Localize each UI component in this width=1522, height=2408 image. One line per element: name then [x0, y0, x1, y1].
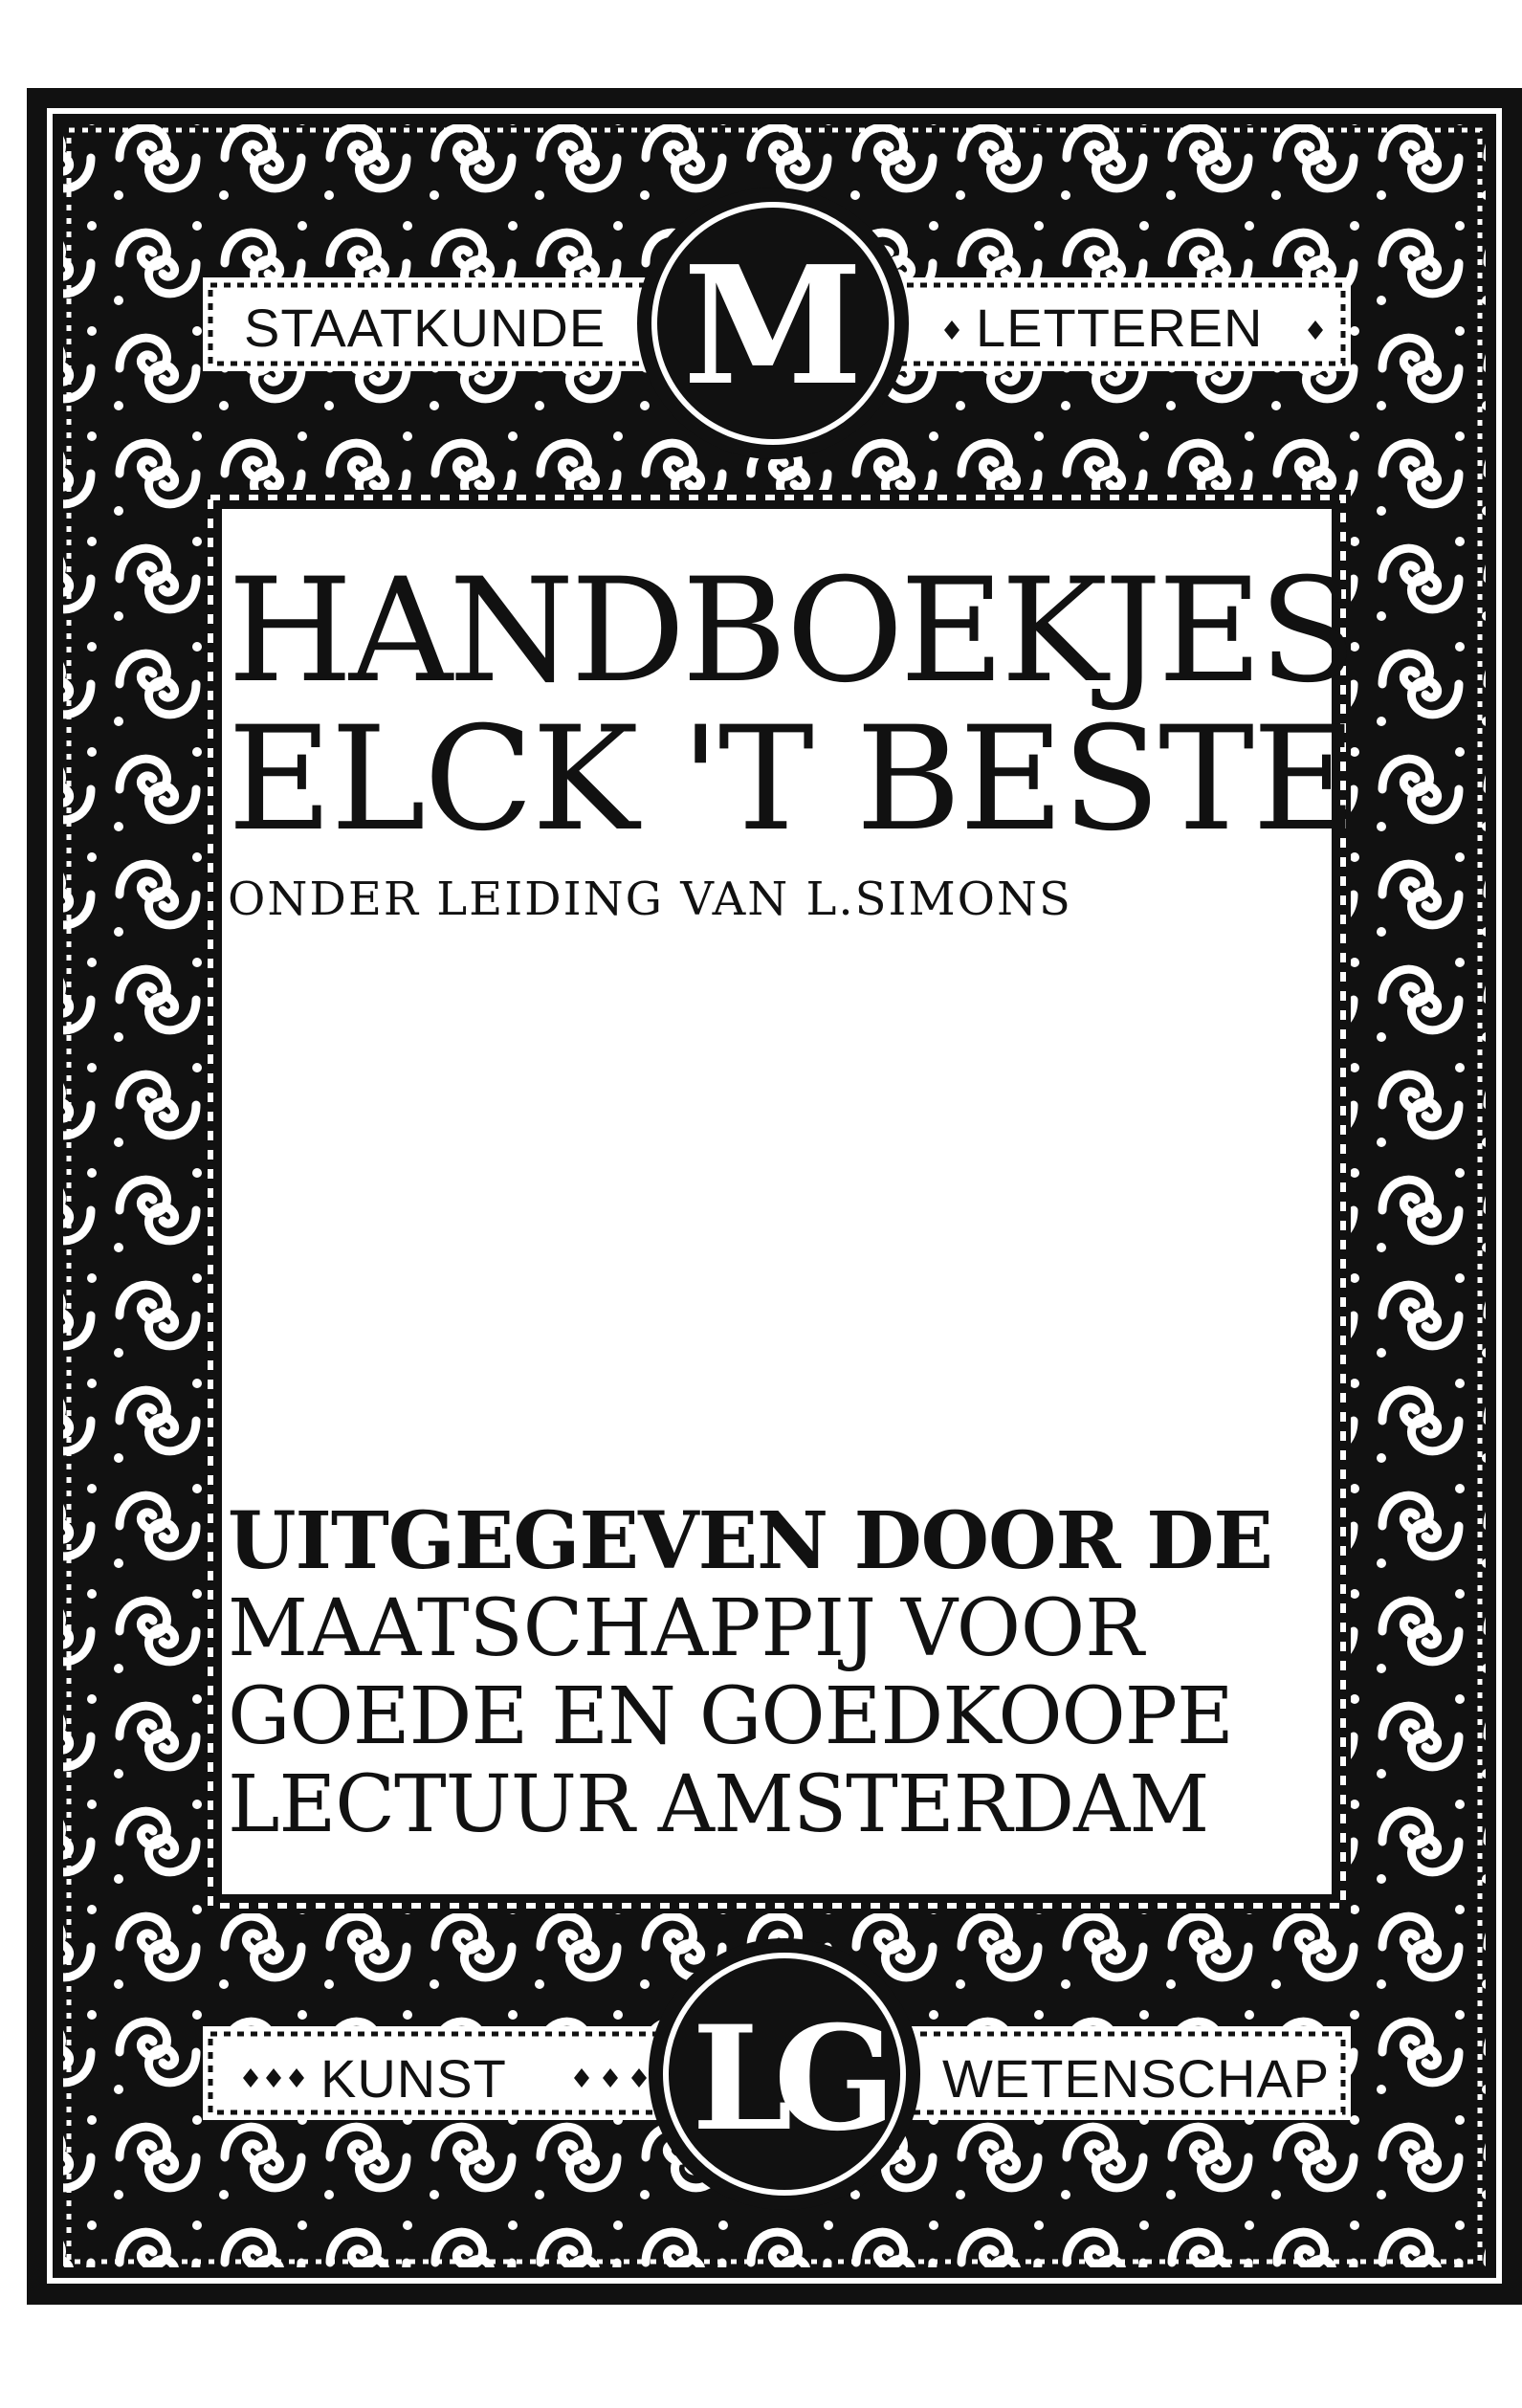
top-monogram: M: [637, 188, 909, 459]
top-band-right-label: LETTEREN: [976, 298, 1264, 358]
bottom-monogram-letters: LG: [692, 1995, 885, 2163]
publisher-line-4: LECTUUR AMSTERDAM: [228, 1759, 1209, 1850]
title-line-1: HANDBOEKJES: [228, 548, 1357, 715]
book-cover: STAATKUNDE LETTEREN M KUNST WETENSCHAP L…: [27, 88, 1522, 2305]
publisher-line-3: GOEDE EN GOEDKOOPE: [228, 1671, 1234, 1762]
editor-line: ONDER LEIDING VAN L.SIMONS: [228, 873, 1072, 926]
title-line-2: ELCK 'T BESTE: [228, 696, 1357, 863]
top-band-left-label: STAATKUNDE: [244, 298, 606, 358]
top-monogram-letter: M: [683, 231, 863, 422]
publisher-line-2: MAATSCHAPPIJ VOOR: [228, 1583, 1144, 1674]
bottom-band-right-label: WETENSCHAP: [942, 2048, 1330, 2109]
bottom-band-left-label: KUNST: [320, 2048, 507, 2109]
publisher-line-1: UITGEGEVEN DOOR DE: [228, 1495, 1273, 1587]
bottom-monogram: LG: [649, 1938, 920, 2210]
